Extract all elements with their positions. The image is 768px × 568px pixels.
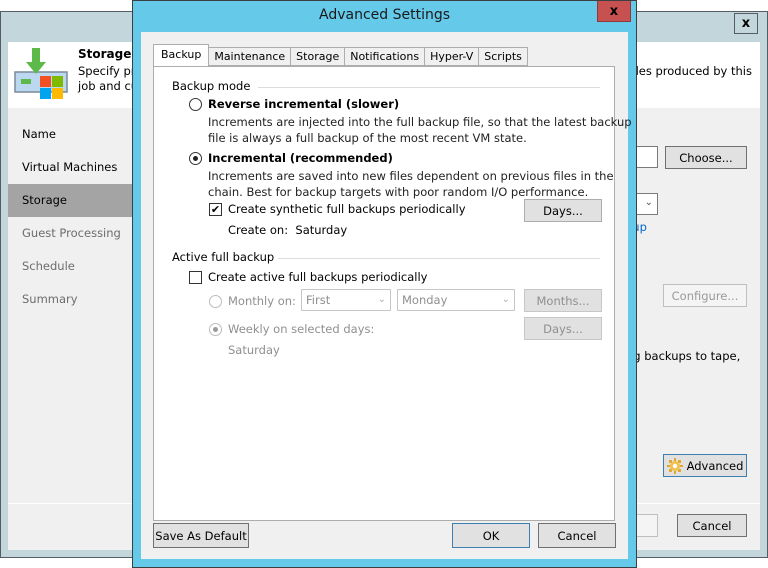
chevron-down-icon: ⌄ bbox=[501, 294, 510, 305]
tab-storage[interactable]: Storage bbox=[291, 47, 346, 66]
weekly-radio bbox=[209, 323, 222, 336]
synthetic-full-label[interactable]: Create synthetic full backups periodical… bbox=[228, 202, 466, 216]
synthetic-days-button[interactable]: Days... bbox=[524, 199, 602, 222]
save-as-default-button[interactable]: Save As Default bbox=[153, 523, 249, 548]
nav-item-name[interactable]: Name bbox=[8, 118, 134, 151]
description-line-1: Increments are saved into new files depe… bbox=[208, 169, 614, 183]
incremental-label[interactable]: Incremental (recommended) bbox=[208, 151, 393, 165]
active-full-group-title: Active full backup bbox=[172, 250, 275, 264]
incremental-radio[interactable] bbox=[189, 152, 202, 165]
group-divider bbox=[278, 258, 600, 259]
reverse-incremental-radio[interactable] bbox=[189, 98, 202, 111]
backup-mode-group-title: Backup mode bbox=[172, 79, 251, 93]
weekly-label: Weekly on selected days: bbox=[228, 322, 375, 336]
months-button: Months... bbox=[524, 289, 602, 312]
wizard-step-title: Storage bbox=[78, 47, 132, 61]
tab-scripts[interactable]: Scripts bbox=[479, 47, 528, 66]
group-divider bbox=[258, 87, 600, 88]
nav-item-virtual-machines[interactable]: Virtual Machines bbox=[8, 151, 134, 184]
day-of-week-combo: Monday ⌄ bbox=[397, 289, 515, 311]
active-full-label[interactable]: Create active full backups periodically bbox=[208, 270, 427, 284]
configure-button: Configure... bbox=[663, 284, 747, 307]
tab-notifications[interactable]: Notifications bbox=[345, 47, 426, 66]
nav-item-storage[interactable]: Storage bbox=[8, 184, 134, 217]
tab-hyper-v[interactable]: Hyper-V bbox=[425, 47, 480, 66]
dialog-cancel-button[interactable]: Cancel bbox=[538, 523, 616, 548]
description-line-2: file is always a full backup of the most… bbox=[208, 131, 527, 145]
weekly-days-value: Saturday bbox=[228, 343, 280, 357]
wizard-cancel-button[interactable]: Cancel bbox=[677, 514, 747, 537]
monthly-label: Monthly on: bbox=[228, 294, 296, 308]
choose-button[interactable]: Choose... bbox=[665, 146, 747, 169]
backup-tab-panel: Backup mode Reverse incremental (slower)… bbox=[153, 66, 632, 521]
dialog-title: Advanced Settings bbox=[318, 7, 451, 23]
week-of-month-combo: First ⌄ bbox=[301, 289, 391, 311]
ok-button[interactable]: OK bbox=[452, 523, 530, 548]
advanced-button-label: Advanced bbox=[686, 458, 744, 473]
reverse-incremental-label[interactable]: Reverse incremental (slower) bbox=[208, 97, 399, 111]
checkmark-icon: ✔ bbox=[210, 203, 221, 216]
gear-icon bbox=[666, 457, 683, 474]
wizard-step-description-right: files produced by this bbox=[628, 64, 752, 78]
tape-hint-text: ng backups to tape, bbox=[626, 349, 741, 363]
day-of-week-value: Monday bbox=[402, 293, 448, 307]
description-line-1: Increments are injected into the full ba… bbox=[208, 115, 632, 129]
dialog-close-button[interactable]: x bbox=[597, 1, 631, 22]
tab-backup[interactable]: Backup bbox=[153, 44, 210, 66]
wizard-steps-nav: Name Virtual Machines Storage Guest Proc… bbox=[8, 118, 134, 316]
storage-icon bbox=[14, 48, 68, 99]
chevron-down-icon: ⌄ bbox=[644, 197, 653, 208]
nav-item-guest-processing: Guest Processing bbox=[22, 226, 121, 240]
chevron-down-icon: ⌄ bbox=[377, 294, 386, 305]
create-on-label: Create on: bbox=[228, 223, 289, 237]
settings-tabs: Backup Maintenance Storage Notifications… bbox=[153, 44, 528, 66]
create-on-value: Saturday bbox=[295, 223, 348, 237]
nav-item-summary: Summary bbox=[22, 292, 78, 306]
reverse-incremental-description: Increments are injected into the full ba… bbox=[208, 114, 632, 146]
incremental-description: Increments are saved into new files depe… bbox=[208, 168, 614, 200]
active-full-checkbox[interactable] bbox=[189, 271, 202, 284]
monthly-radio bbox=[209, 295, 222, 308]
synthetic-full-checkbox[interactable]: ✔ bbox=[209, 203, 222, 216]
tab-maintenance[interactable]: Maintenance bbox=[209, 47, 292, 66]
advanced-button[interactable]: Advanced bbox=[663, 454, 747, 477]
create-on-text: Create on: Saturday bbox=[228, 223, 347, 237]
description-line-2: chain. Best for backup targets with poor… bbox=[208, 185, 589, 199]
wizard-close-button[interactable]: x bbox=[734, 13, 758, 34]
dialog-client-area: Backup Maintenance Storage Notifications… bbox=[141, 32, 632, 559]
close-icon: x bbox=[609, 3, 619, 19]
nav-item-schedule: Schedule bbox=[22, 259, 75, 273]
week-of-month-value: First bbox=[306, 293, 331, 307]
advanced-settings-dialog: Advanced Settings x Backup Maintenance S… bbox=[132, 0, 637, 568]
weekly-days-button: Days... bbox=[524, 317, 602, 340]
